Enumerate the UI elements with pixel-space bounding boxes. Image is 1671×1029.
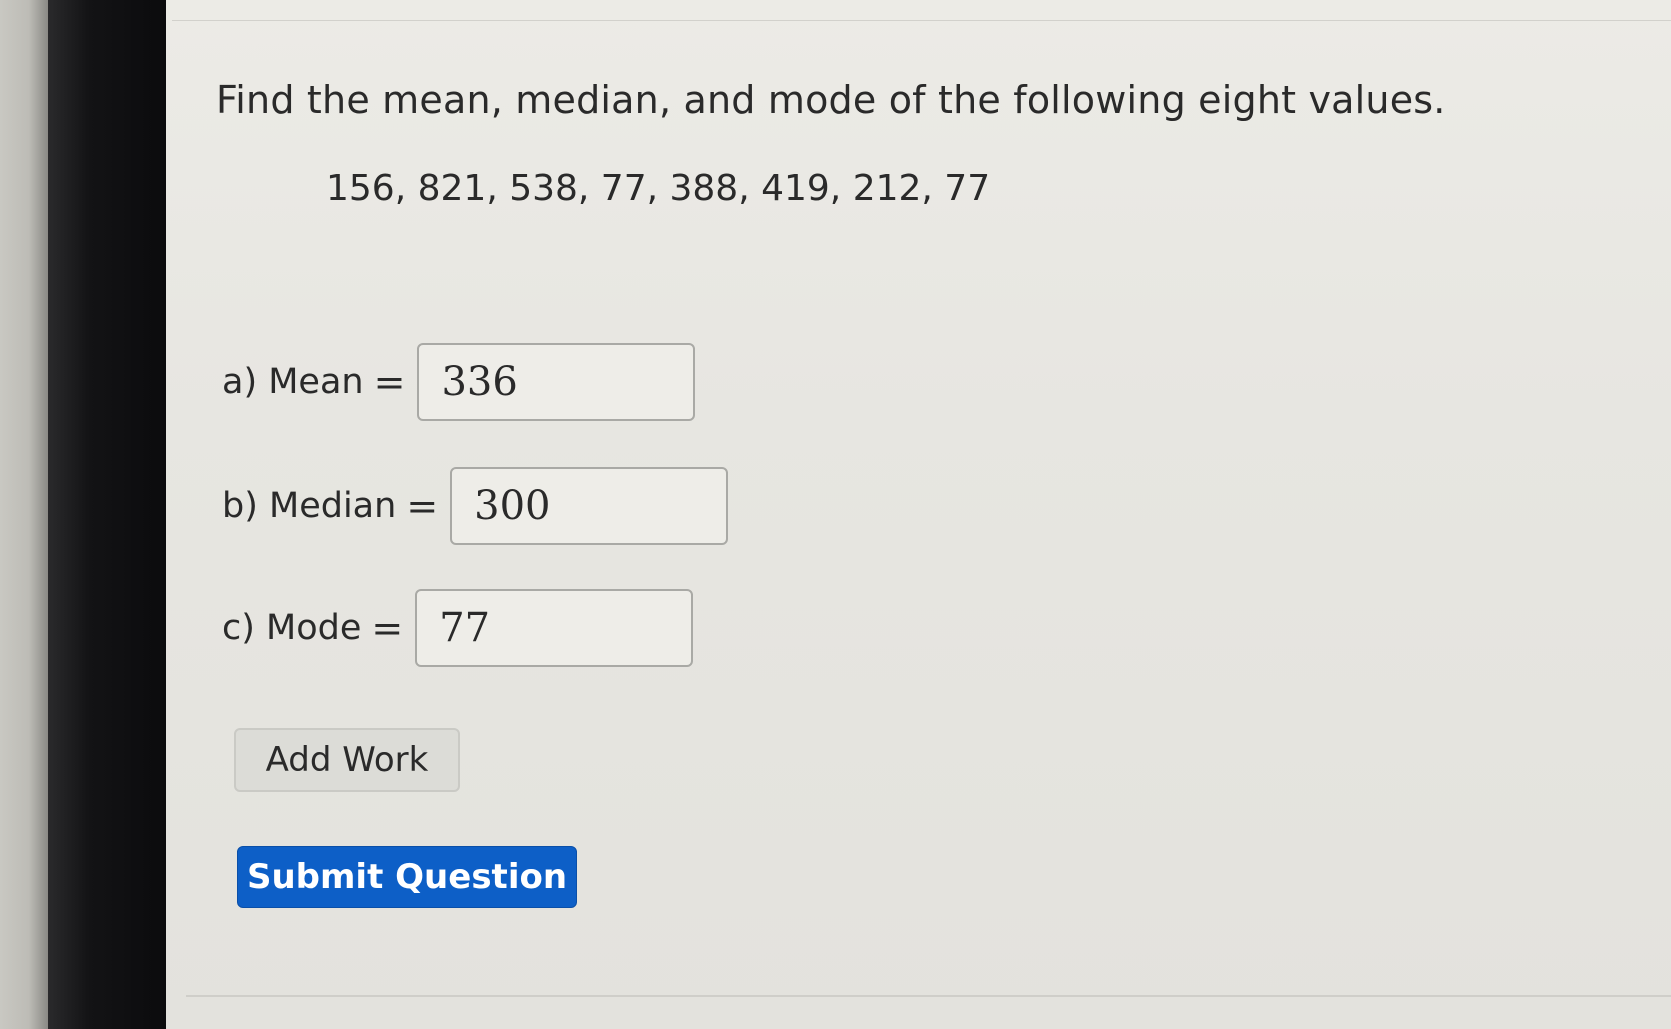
median-equals-sign: = (406, 484, 439, 528)
add-work-button[interactable]: Add Work (234, 728, 460, 792)
mode-label: c) Mode (222, 608, 362, 648)
question-prompt: Find the mean, median, and mode of the f… (216, 78, 1446, 122)
bottom-divider (186, 995, 1671, 997)
mode-input[interactable] (415, 589, 694, 667)
mean-equals-sign: = (373, 360, 406, 404)
median-row: b) Median = (222, 466, 729, 546)
monitor-bezel-left (0, 0, 48, 1029)
median-label: b) Median (222, 486, 397, 526)
mode-equals-sign: = (371, 606, 404, 650)
mean-row: a) Mean = (222, 342, 696, 422)
mode-row: c) Mode = (222, 588, 694, 668)
question-values: 156, 821, 538, 77, 388, 419, 212, 77 (326, 168, 991, 209)
mean-label: a) Mean (222, 362, 364, 402)
top-divider (172, 20, 1671, 21)
submit-question-button[interactable]: Submit Question (237, 846, 577, 908)
monitor-bezel-edge (48, 0, 166, 1029)
mean-input[interactable] (417, 343, 696, 421)
median-input[interactable] (450, 467, 729, 545)
